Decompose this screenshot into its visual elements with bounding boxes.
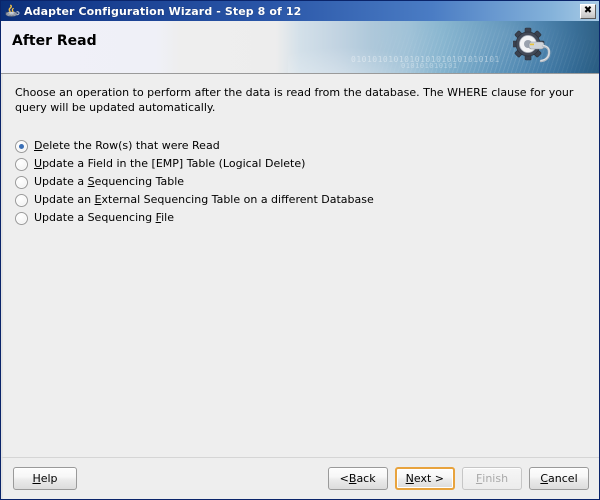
- mnemonic-char: B: [348, 472, 357, 485]
- dialog-button-bar: Help < Back Next > Finish Cancel: [1, 457, 599, 499]
- back-button[interactable]: < Back: [327, 467, 388, 490]
- instructions-text: Choose an operation to perform after the…: [15, 86, 574, 114]
- radio-button-delete-rows[interactable]: [15, 139, 28, 153]
- close-icon: ✖: [583, 5, 593, 16]
- radio-label-update-sequencing-file: Update a Sequencing File: [34, 211, 174, 224]
- radio-label-update-external-sequencing-table: Update an External Sequencing Table on a…: [34, 193, 374, 206]
- gear-with-cable-icon: [511, 27, 555, 69]
- mnemonic-char: U: [34, 157, 43, 170]
- title-bar: Adapter Configuration Wizard - Step 8 of…: [1, 1, 599, 21]
- mnemonic-char: E: [94, 193, 102, 206]
- banner-binary-text-top: 0101010101010101010101010101: [351, 55, 500, 64]
- after-read-operation-radio-group: Delete the Row(s) that were Read Update …: [15, 137, 589, 227]
- adapter-configuration-wizard-dialog: Adapter Configuration Wizard - Step 8 of…: [0, 0, 600, 500]
- wizard-content-pane: Choose an operation to perform after the…: [1, 74, 599, 457]
- next-button[interactable]: Next >: [394, 467, 455, 490]
- radio-label-delete-rows: Delete the Row(s) that were Read: [34, 139, 220, 152]
- page-title: After Read: [12, 33, 97, 49]
- radio-button-update-field-emp[interactable]: [15, 157, 28, 171]
- radio-button-update-sequencing-file[interactable]: [15, 211, 28, 225]
- banner-binary-text-bottom: 010101010101: [401, 62, 458, 70]
- finish-button: Finish: [462, 467, 522, 490]
- radio-button-update-sequencing-table[interactable]: [15, 175, 28, 189]
- cancel-button[interactable]: Cancel: [529, 467, 589, 490]
- help-button[interactable]: Help: [13, 467, 77, 490]
- radio-option-delete-rows[interactable]: Delete the Row(s) that were Read: [15, 137, 589, 155]
- radio-label-update-sequencing-table: Update a Sequencing Table: [34, 175, 185, 188]
- radio-option-update-sequencing-table[interactable]: Update a Sequencing Table: [15, 173, 589, 191]
- radio-option-update-external-sequencing-table[interactable]: Update an External Sequencing Table on a…: [15, 191, 589, 209]
- mnemonic-char: N: [405, 472, 414, 485]
- radio-label-update-field-emp: Update a Field in the [EMP] Table (Logic…: [34, 157, 306, 170]
- mnemonic-char: S: [87, 175, 95, 188]
- mnemonic-char: H: [32, 472, 41, 485]
- radio-option-update-field-emp[interactable]: Update a Field in the [EMP] Table (Logic…: [15, 155, 589, 173]
- radio-option-update-sequencing-file[interactable]: Update a Sequencing File: [15, 209, 589, 227]
- java-coffee-cup-icon: [4, 3, 20, 19]
- window-title: Adapter Configuration Wizard - Step 8 of…: [24, 4, 302, 18]
- wizard-header-banner: 0101010101010101010101010101 01010101010…: [1, 21, 599, 74]
- radio-button-update-external-sequencing-table[interactable]: [15, 193, 28, 207]
- mnemonic-char: C: [540, 472, 549, 485]
- close-button[interactable]: ✖: [580, 3, 596, 19]
